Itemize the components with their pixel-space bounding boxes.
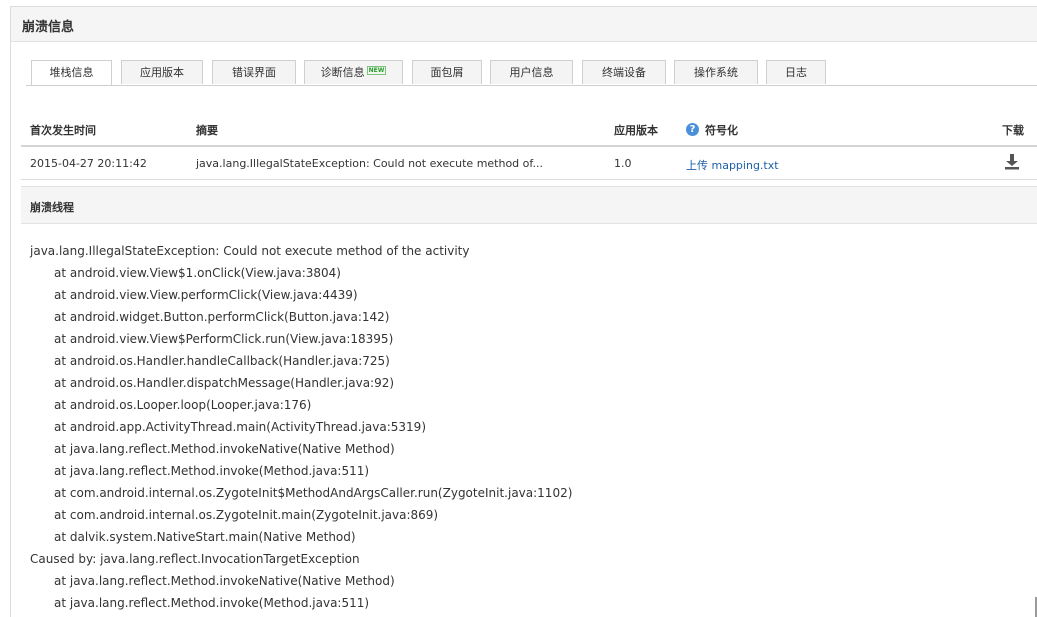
cell-version: 1.0 [614,157,632,170]
tab-label: 诊断信息 [320,66,365,79]
stack-line: at android.view.View$PerformClick.run(Vi… [54,332,394,346]
download-icon[interactable] [1004,153,1020,171]
tab-user-info[interactable]: 用户信息 [490,60,573,84]
help-icon[interactable]: ? [686,123,699,136]
tab-breadcrumbs[interactable]: 面包屑 [412,60,482,84]
panel-title: 崩溃信息 [22,20,75,35]
stack-line: at java.lang.reflect.Method.invokeNative… [54,574,395,588]
tab-label: 用户信息 [509,66,554,79]
col-first-time: 首次发生时间 [30,124,96,137]
stack-line: at com.android.internal.os.ZygoteInit.ma… [54,508,439,522]
tab-label: 堆栈信息 [49,66,94,79]
stack-line: at android.widget.Button.performClick(Bu… [54,310,390,324]
tab-app-version[interactable]: 应用版本 [121,60,203,84]
col-symbolicate: 符号化 [705,124,738,137]
cell-summary: java.lang.IllegalStateException: Could n… [196,157,543,170]
stack-line: Caused by: java.lang.reflect.InvocationT… [30,552,360,566]
stack-line: at android.os.Handler.dispatchMessage(Ha… [54,376,395,390]
stack-line: java.lang.IllegalStateException: Could n… [30,244,470,258]
cell-first-time: 2015-04-27 20:11:42 [30,157,147,170]
tab-label: 面包屑 [430,66,464,79]
tab-stack-info[interactable]: 堆栈信息 [31,60,112,86]
table-header-divider [21,145,1037,147]
tab-diagnostics[interactable]: 诊断信息 NEW [304,60,403,84]
stack-line: at com.android.internal.os.ZygoteInit$Me… [54,486,573,500]
tab-label: 应用版本 [140,66,184,79]
stack-line: at java.lang.reflect.Method.invoke(Metho… [54,596,370,610]
tab-label: 终端设备 [602,66,646,79]
stack-line: at java.lang.reflect.Method.invokeNative… [54,442,395,456]
tab-label: 日志 [785,66,807,79]
crash-thread-header: 崩溃线程 [21,186,1037,224]
col-summary: 摘要 [196,124,218,137]
tab-log[interactable]: 日志 [766,60,826,84]
col-app-version: 应用版本 [614,124,658,137]
stack-line: at dalvik.system.NativeStart.main(Native… [54,530,356,544]
stack-line: at android.app.ActivityThread.main(Activ… [54,420,426,434]
crash-info-panel: 崩溃信息 堆栈信息 应用版本 错误界面 诊断信息 NEW 面包屑 用户信息 终端设… [10,6,1037,617]
table-row-divider [21,179,1037,180]
tab-error-screen[interactable]: 错误界面 [212,60,296,84]
panel-header: 崩溃信息 [11,7,1037,42]
section-title: 崩溃线程 [30,201,74,214]
col-download: 下载 [1002,124,1024,137]
stack-line: at android.os.Looper.loop(Looper.java:17… [54,398,312,412]
tab-label: 操作系统 [694,66,738,79]
upload-mapping-link[interactable]: 上传 mapping.txt [686,159,779,172]
tabs-divider [26,85,1037,86]
stack-line: at android.os.Handler.handleCallback(Han… [54,354,390,368]
stack-line: at android.view.View$1.onClick(View.java… [54,266,341,280]
tab-device[interactable]: 终端设备 [582,60,666,84]
tab-label: 错误界面 [232,66,276,79]
stack-line: at android.view.View.performClick(View.j… [54,288,358,302]
stack-line: at java.lang.reflect.Method.invoke(Metho… [54,464,370,478]
new-badge: NEW [366,66,387,75]
tab-os[interactable]: 操作系统 [674,60,758,84]
